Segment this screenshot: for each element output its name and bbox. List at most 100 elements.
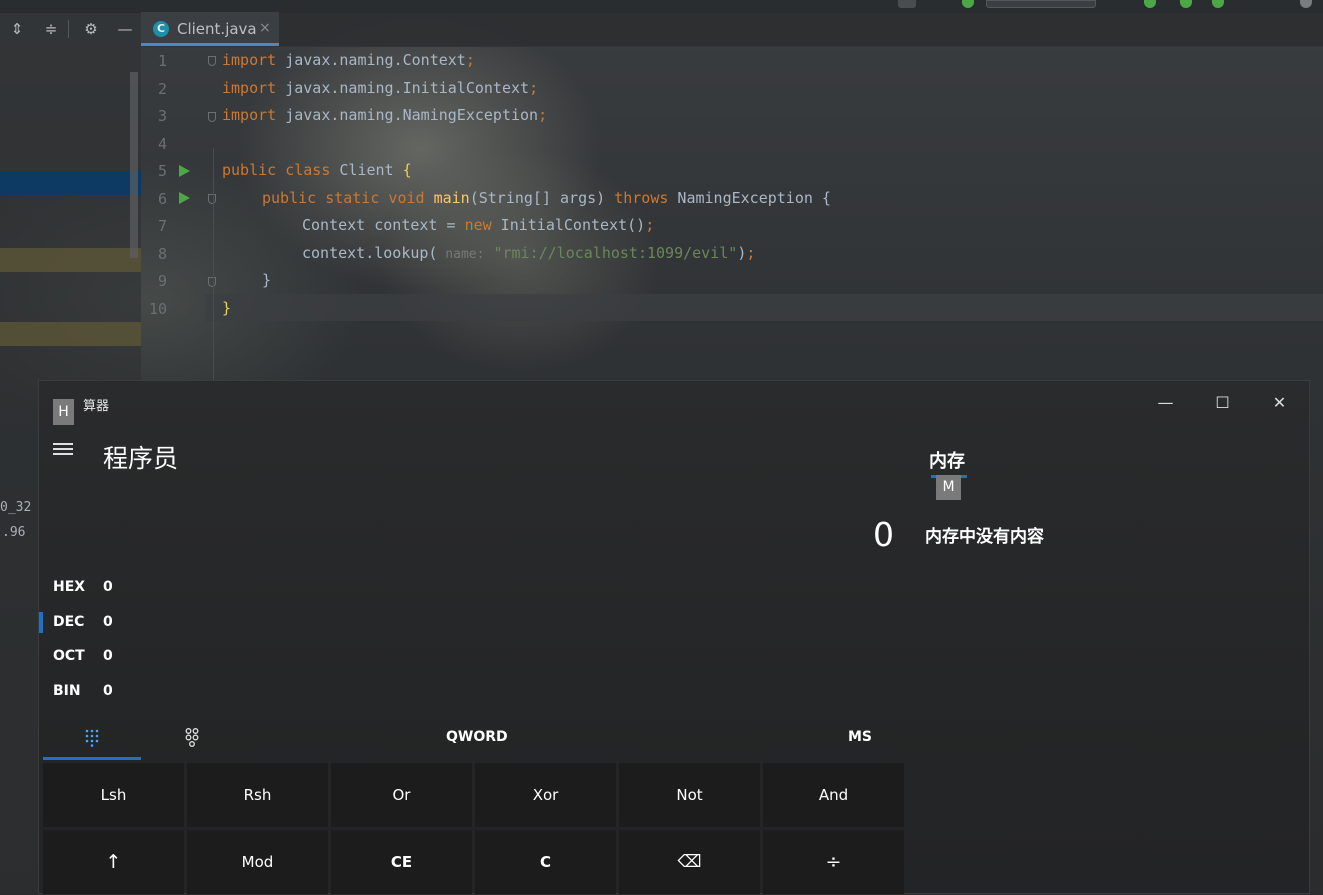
hide-panel-icon[interactable]: — — [114, 18, 136, 40]
code-line: import javax.naming.NamingException; — [222, 106, 547, 124]
line-number: 8 — [157, 245, 167, 263]
code-punct: ; — [529, 79, 539, 97]
stop-icon[interactable] — [1300, 0, 1312, 8]
display-value: 0 — [873, 515, 894, 554]
word-size-button[interactable]: QWORD — [446, 729, 508, 745]
expand-all-icon[interactable]: ⇕ — [6, 18, 28, 40]
maximize-button[interactable]: ☐ — [1194, 381, 1251, 425]
or-button[interactable]: Or — [331, 763, 472, 827]
fold-icon[interactable] — [208, 194, 216, 204]
keyword: import — [222, 106, 277, 124]
keyword: public — [262, 189, 317, 207]
code-line: context.lookup( name: "rmi://localhost:1… — [302, 244, 755, 262]
line-number: 7 — [157, 217, 167, 235]
code-line: Context context = new InitialContext(); — [302, 216, 654, 234]
close-button[interactable]: ✕ — [1251, 381, 1308, 425]
coverage-icon[interactable] — [1212, 0, 1224, 8]
radix-value: 0 — [103, 683, 113, 699]
tab-client-java[interactable]: C Client.java × — [141, 12, 279, 46]
keyword: class — [276, 161, 331, 179]
minimize-button[interactable]: — — [1137, 381, 1194, 425]
code-text: context.lookup( — [302, 244, 438, 262]
line-number: 4 — [157, 135, 167, 153]
keypad: Lsh Rsh Or Xor Not And ↑ Mod CE C ⌫ ÷ — [43, 763, 905, 895]
and-button[interactable]: And — [763, 763, 904, 827]
line-number: 3 — [157, 107, 167, 125]
tab-label: Client.java — [177, 20, 257, 38]
radix-label: HEX — [53, 579, 86, 595]
project-scrollbar[interactable] — [130, 72, 138, 258]
code-line: import javax.naming.Context; — [222, 51, 475, 69]
hamburger-menu-icon[interactable] — [53, 443, 75, 459]
collapse-all-icon[interactable]: ≑ — [40, 18, 62, 40]
run-config-dropdown[interactable] — [986, 0, 1096, 8]
keypad-mode-row: QWORD MS — [43, 721, 905, 761]
code-text: javax.naming.InitialContext — [276, 79, 530, 97]
project-tree-row[interactable] — [0, 248, 141, 272]
divide-button[interactable]: ÷ — [763, 830, 904, 894]
keyword: public — [222, 161, 277, 179]
project-tree-row[interactable] — [0, 322, 141, 346]
radix-value: 0 — [103, 648, 113, 664]
project-toolbar: ⇕ ≑ ⚙ — — [0, 12, 141, 46]
parameter-hint: name: — [437, 247, 485, 262]
code-text: javax.naming.Context — [276, 51, 466, 69]
clear-entry-button[interactable]: CE — [331, 830, 472, 894]
clear-button[interactable]: C — [475, 830, 616, 894]
shift-arrow-button[interactable]: ↑ — [43, 830, 184, 894]
memory-empty-message: 内存中没有内容 — [925, 527, 1044, 547]
radix-value: 0 — [103, 614, 113, 630]
side-label: 0_32 — [0, 500, 32, 515]
code-text: Context context = — [302, 216, 465, 234]
fold-icon[interactable] — [208, 56, 216, 66]
build-icon[interactable] — [962, 0, 974, 8]
line-number: 9 — [157, 272, 167, 290]
code-line: public static void main(String[] args) t… — [262, 189, 831, 207]
bit-toggle-keypad-tab[interactable] — [185, 727, 199, 747]
toolbar-divider — [68, 20, 69, 38]
code-text: NamingException { — [668, 189, 831, 207]
fold-icon[interactable] — [208, 277, 216, 287]
lsh-button[interactable]: Lsh — [43, 763, 184, 827]
gear-icon[interactable]: ⚙ — [80, 18, 102, 40]
debug-icon[interactable] — [1180, 0, 1192, 8]
run-gutter-icon[interactable] — [179, 192, 190, 204]
keyword: throws — [614, 189, 669, 207]
line-number: 1 — [157, 52, 167, 70]
keypad-icon — [85, 729, 99, 747]
keyword: void — [379, 189, 425, 207]
backspace-icon[interactable]: ⌫ — [619, 830, 760, 894]
code-text: javax.naming.NamingException — [276, 106, 539, 124]
code-brace: { — [402, 161, 412, 179]
xor-button[interactable]: Xor — [475, 763, 616, 827]
code-punct: ; — [465, 51, 475, 69]
keyword: static — [316, 189, 380, 207]
code-punct: ; — [746, 244, 756, 262]
memory-tab[interactable]: 内存 — [929, 447, 965, 473]
memory-store-button[interactable]: MS — [848, 729, 872, 745]
fold-icon[interactable] — [208, 112, 216, 122]
code-text: Client — [330, 161, 403, 179]
code-punct: ; — [645, 216, 655, 234]
rsh-button[interactable]: Rsh — [187, 763, 328, 827]
tab-close-icon[interactable]: × — [259, 20, 271, 36]
toolbar-button[interactable] — [898, 0, 916, 8]
code-text: InitialContext() — [491, 216, 646, 234]
bit-toggle-icon — [185, 728, 199, 747]
code-text: (String[] args) — [469, 189, 615, 207]
radix-value: 0 — [103, 579, 113, 595]
full-keypad-tab[interactable] — [43, 721, 141, 761]
line-number: 6 — [157, 190, 167, 208]
run-icon[interactable] — [1144, 0, 1156, 8]
line-number: 10 — [148, 300, 167, 318]
indent-guide — [213, 148, 214, 388]
calculator-titlebar[interactable]: 算器 H — ☐ ✕ — [39, 381, 1309, 425]
radix-label: BIN — [53, 683, 81, 699]
access-key-hint: H — [53, 399, 74, 425]
code-line: } — [262, 271, 271, 289]
run-gutter-icon[interactable] — [179, 165, 190, 177]
keyword: import — [222, 79, 277, 97]
not-button[interactable]: Not — [619, 763, 760, 827]
project-tree-selected-row[interactable] — [0, 171, 141, 195]
mod-button[interactable]: Mod — [187, 830, 328, 894]
